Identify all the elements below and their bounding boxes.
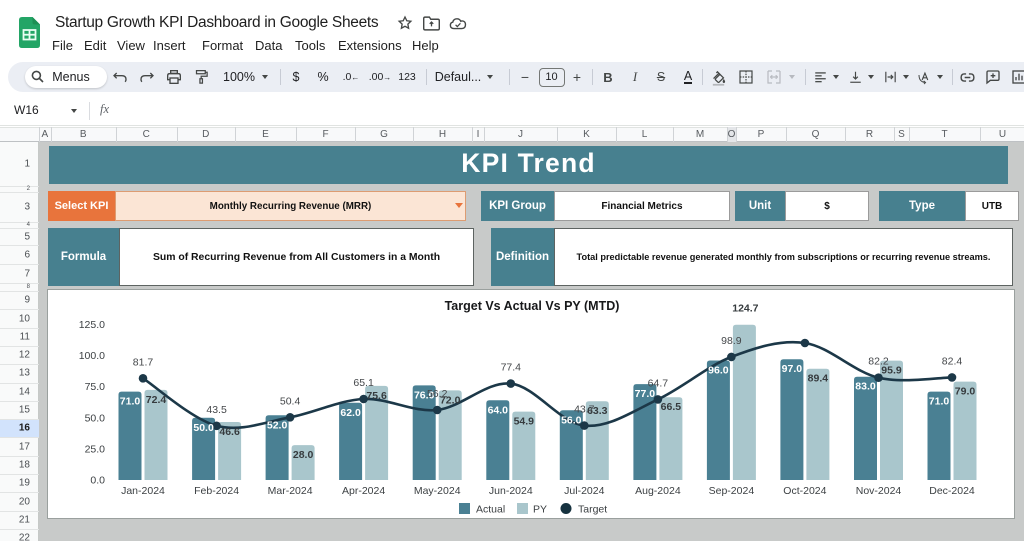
svg-text:100.0: 100.0 — [79, 350, 105, 362]
svg-text:124.7: 124.7 — [732, 303, 758, 315]
svg-text:77.0: 77.0 — [635, 388, 656, 400]
svg-text:Mar-2024: Mar-2024 — [268, 485, 313, 497]
svg-text:Feb-2024: Feb-2024 — [194, 485, 239, 497]
svg-text:66.5: 66.5 — [661, 401, 682, 413]
svg-text:Actual: Actual — [476, 504, 505, 516]
svg-text:82.2: 82.2 — [868, 356, 889, 368]
svg-text:25.0: 25.0 — [85, 443, 106, 455]
svg-text:May-2024: May-2024 — [414, 485, 461, 497]
svg-text:125.0: 125.0 — [79, 319, 105, 331]
svg-text:0.0: 0.0 — [90, 475, 105, 487]
svg-text:82.4: 82.4 — [942, 355, 963, 367]
svg-text:Sep-2024: Sep-2024 — [709, 485, 755, 497]
svg-text:50.0: 50.0 — [85, 412, 106, 424]
svg-text:89.4: 89.4 — [808, 373, 829, 385]
svg-text:97.0: 97.0 — [782, 363, 803, 375]
svg-text:Nov-2024: Nov-2024 — [856, 485, 902, 497]
svg-text:72.4: 72.4 — [146, 394, 167, 406]
svg-text:52.0: 52.0 — [267, 419, 288, 431]
svg-text:Aug-2024: Aug-2024 — [635, 485, 681, 497]
svg-text:62.0: 62.0 — [340, 407, 361, 419]
svg-text:56.0: 56.0 — [561, 414, 582, 426]
svg-text:77.4: 77.4 — [501, 362, 522, 374]
svg-text:81.7: 81.7 — [133, 356, 154, 368]
svg-text:Dec-2024: Dec-2024 — [929, 485, 975, 497]
svg-text:56.2: 56.2 — [427, 388, 448, 400]
svg-text:64.7: 64.7 — [648, 377, 669, 389]
svg-text:98.9: 98.9 — [721, 335, 742, 347]
svg-text:Jul-2024: Jul-2024 — [564, 485, 604, 497]
svg-text:46.6: 46.6 — [219, 426, 240, 438]
svg-text:83.0: 83.0 — [855, 381, 876, 393]
svg-text:Jan-2024: Jan-2024 — [121, 485, 165, 497]
svg-text:Apr-2024: Apr-2024 — [342, 485, 385, 497]
svg-text:79.0: 79.0 — [955, 386, 976, 398]
svg-text:Jun-2024: Jun-2024 — [489, 485, 533, 497]
svg-text:64.0: 64.0 — [488, 404, 509, 416]
svg-text:Target Vs Actual Vs PY (MTD): Target Vs Actual Vs PY (MTD) — [445, 299, 620, 313]
svg-text:Target: Target — [578, 504, 607, 516]
svg-text:71.0: 71.0 — [120, 396, 141, 408]
svg-text:Oct-2024: Oct-2024 — [783, 485, 826, 497]
svg-text:54.9: 54.9 — [514, 416, 535, 428]
svg-text:50.4: 50.4 — [280, 395, 301, 407]
svg-text:96.0: 96.0 — [708, 365, 729, 377]
svg-text:43.7: 43.7 — [574, 404, 595, 416]
svg-text:28.0: 28.0 — [293, 449, 314, 461]
svg-text:75.6: 75.6 — [366, 390, 387, 402]
svg-text:71.0: 71.0 — [929, 396, 950, 408]
svg-text:50.0: 50.0 — [193, 422, 214, 434]
svg-text:65.1: 65.1 — [353, 377, 374, 389]
svg-text:PY: PY — [533, 504, 547, 516]
svg-text:43.5: 43.5 — [206, 404, 227, 416]
svg-text:75.0: 75.0 — [85, 381, 106, 393]
